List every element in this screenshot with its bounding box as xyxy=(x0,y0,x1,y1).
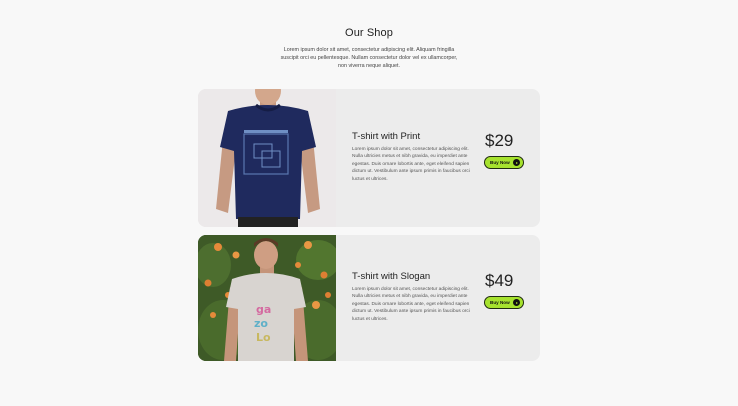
product-card: T-shirt with Print Lorem ipsum dolor sit… xyxy=(198,89,540,227)
arrow-right-circle-icon xyxy=(513,299,520,306)
product-info: T-shirt with Print Lorem ipsum dolor sit… xyxy=(352,131,474,183)
product-info: T-shirt with Slogan Lorem ipsum dolor si… xyxy=(352,271,474,323)
svg-text:zo: zo xyxy=(254,317,268,330)
product-name: T-shirt with Print xyxy=(352,131,421,142)
product-name: T-shirt with Slogan xyxy=(352,271,431,282)
buy-now-button[interactable]: Buy Now xyxy=(484,296,524,309)
svg-text:ga: ga xyxy=(256,303,271,316)
man-in-navy-tshirt-image xyxy=(198,89,336,227)
buy-now-label: Buy Now xyxy=(490,160,510,165)
buy-now-button[interactable]: Buy Now xyxy=(484,156,524,169)
page-subtitle: Lorem ipsum dolor sit amet, consectetur … xyxy=(280,47,458,69)
page-title: Our Shop xyxy=(345,27,393,39)
product-photo-navy-tshirt[interactable] xyxy=(198,89,336,227)
product-description: Lorem ipsum dolor sit amet, consectetur … xyxy=(352,147,470,182)
arrow-right-circle-icon xyxy=(513,159,520,166)
man-in-slogan-tshirt-image: ga zo Lo xyxy=(198,235,336,361)
product-price: $49 xyxy=(485,271,514,290)
product-photo-slogan-tshirt[interactable]: ga zo Lo xyxy=(198,235,336,361)
product-price: $29 xyxy=(485,131,514,150)
buy-now-label: Buy Now xyxy=(490,300,510,305)
svg-text:Lo: Lo xyxy=(256,331,271,344)
product-card: ga zo Lo T-shirt with Slogan Lorem ipsum… xyxy=(198,235,540,361)
product-description: Lorem ipsum dolor sit amet, consectetur … xyxy=(352,287,470,322)
